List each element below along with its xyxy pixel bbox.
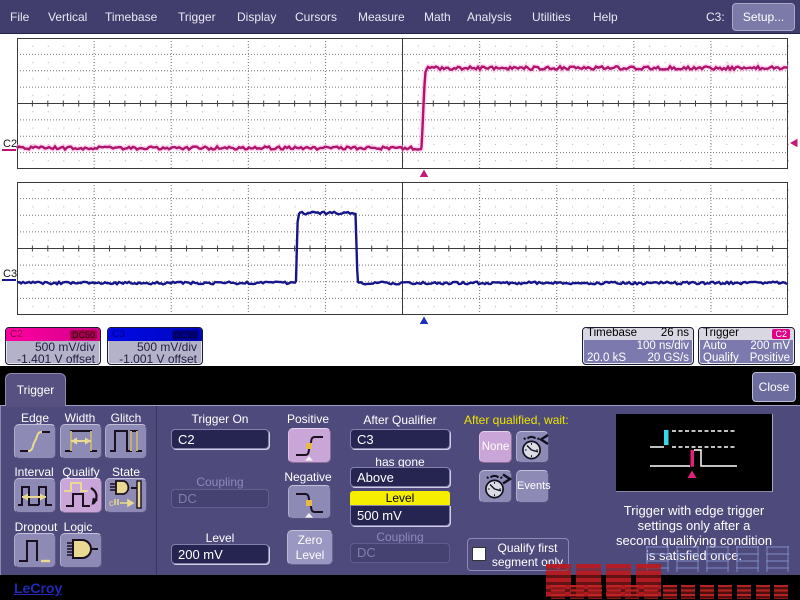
svg-text:C2: C2 <box>3 138 17 150</box>
svg-text:c: c <box>109 498 114 508</box>
svg-text:C3: C3 <box>3 268 17 280</box>
